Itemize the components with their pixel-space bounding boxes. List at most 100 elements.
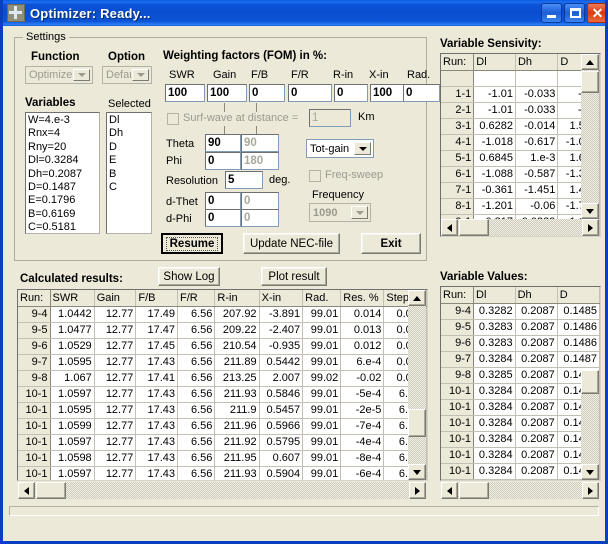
frequency-select[interactable]: 1090 — [309, 203, 371, 222]
scroll-down-button[interactable] — [581, 203, 599, 219]
scroll-right-button[interactable] — [582, 482, 599, 499]
scroll-thumb[interactable] — [459, 219, 489, 236]
surfwave-distance-input[interactable]: 1 — [309, 109, 351, 127]
scroll-left-button[interactable] — [441, 219, 458, 236]
scroll-right-button[interactable] — [409, 482, 426, 499]
table-row[interactable]: 10-10.32840.20870.1487 — [441, 431, 600, 447]
table-row[interactable]: 10-10.32840.20870.1487 — [441, 383, 600, 399]
option-select[interactable]: Defau — [102, 66, 152, 84]
theta-input[interactable]: 90 — [205, 134, 241, 152]
scroll-thumb[interactable] — [581, 370, 599, 394]
list-item[interactable]: C — [109, 181, 151, 194]
list-item[interactable]: Dl=0.3284 — [28, 154, 99, 167]
scroll-up-button[interactable] — [581, 54, 599, 70]
rin-weight-input[interactable]: 0 — [334, 84, 368, 102]
table-row[interactable]: 9-61.052912.7717.456.56210.54-0.93599.01… — [18, 338, 427, 354]
table-row[interactable]: 10-11.059912.7717.436.56211.960.596699.0… — [18, 418, 427, 434]
values-vscrollbar[interactable] — [581, 370, 599, 480]
theta-input-2[interactable]: 90 — [241, 134, 279, 152]
freqsweep-checkbox[interactable] — [309, 170, 321, 182]
table-row[interactable]: 6-1-1.088-0.587-1.304 — [441, 166, 600, 182]
maximize-button[interactable] — [564, 3, 585, 23]
results-vscrollbar[interactable] — [408, 290, 426, 480]
table-row[interactable]: 9-51.047712.7717.476.56209.22-2.40799.01… — [18, 322, 427, 338]
table-row[interactable]: 9-50.32830.20870.1486 — [441, 319, 600, 335]
list-item[interactable]: C=0.5181 — [28, 221, 99, 234]
scroll-thumb[interactable] — [408, 409, 426, 437]
table-row[interactable]: 4-1-1.018-0.617-1.014 — [441, 134, 600, 150]
table-row[interactable]: 9-40.32820.20870.1485 — [441, 303, 600, 319]
dthet-input[interactable]: 0 — [205, 192, 241, 210]
list-item[interactable]: Dh=0.2087 — [28, 168, 99, 181]
list-item[interactable]: B=0.6169 — [28, 208, 99, 221]
table-row[interactable]: 9-41.044212.7717.496.56207.92-3.89199.01… — [18, 306, 427, 322]
table-row[interactable]: 5-10.68451.e-31.683 — [441, 150, 600, 166]
window-titlebar[interactable]: Optimizer: Ready... ✕ — [3, 0, 608, 26]
list-item[interactable]: D — [109, 141, 151, 154]
sensitivity-vscrollbar[interactable] — [581, 54, 599, 219]
minimize-button[interactable] — [541, 3, 562, 23]
scroll-thumb[interactable] — [581, 71, 599, 93]
list-item[interactable]: W=4.e-3 — [28, 114, 99, 127]
table-row[interactable]: 10-10.32840.20870.1487 — [441, 399, 600, 415]
list-item[interactable]: E — [109, 154, 151, 167]
table-row[interactable]: 9-80.32850.20870.1487 — [441, 367, 600, 383]
dphi-input[interactable]: 0 — [205, 209, 241, 227]
table-row[interactable]: 10-10.32840.20870.1487 — [441, 447, 600, 463]
scroll-down-button[interactable] — [408, 464, 426, 480]
rad-weight-input[interactable]: 0 — [403, 84, 440, 102]
scroll-thumb[interactable] — [36, 482, 66, 499]
resolution-input[interactable]: 5 — [225, 171, 263, 189]
function-select[interactable]: Optimize — [25, 66, 93, 84]
list-item[interactable]: Dl — [109, 114, 151, 127]
fb-weight-input[interactable]: 0 — [249, 84, 285, 102]
fr-weight-input[interactable]: 0 — [288, 84, 332, 102]
values-grid[interactable]: Run: Dl Dh D 9-40.32820.20870.14859-50.3… — [440, 286, 601, 481]
table-row[interactable]: 7-1-0.361-1.4511.494 — [441, 182, 600, 198]
list-item[interactable]: Rnx=4 — [28, 127, 99, 140]
show-log-button[interactable]: Show Log — [158, 267, 220, 286]
variables-listbox[interactable]: W=4.e-3 Rnx=4 Rny=20 Dl=0.3284 Dh=0.2087… — [25, 112, 100, 234]
gain-weight-input[interactable]: 100 — [207, 84, 247, 102]
scroll-left-button[interactable] — [18, 482, 35, 499]
table-row[interactable]: 9-60.32830.20870.1486 — [441, 335, 600, 351]
swr-weight-input[interactable]: 100 — [165, 84, 205, 102]
values-hscrollbar[interactable] — [441, 482, 599, 499]
list-item[interactable]: D=0.1487 — [28, 181, 99, 194]
table-row[interactable]: 10-11.059512.7717.436.56211.90.545799.01… — [18, 402, 427, 418]
plot-result-button[interactable]: Plot result — [261, 267, 327, 286]
dphi-input-2[interactable]: 0 — [241, 209, 279, 227]
table-row[interactable]: 10-10.32840.20870.1487 — [441, 463, 600, 479]
table-row[interactable]: 10-11.059712.7717.436.56211.920.579599.0… — [18, 434, 427, 450]
table-row[interactable]: 3-10.6282-0.0141.546 — [441, 118, 600, 134]
table-row[interactable]: 2-1-1.01-0.033-1.0 — [441, 102, 600, 118]
scroll-right-button[interactable] — [582, 219, 599, 236]
results-hscrollbar[interactable] — [18, 482, 426, 499]
sensitivity-hscrollbar[interactable] — [441, 219, 599, 236]
phi-input[interactable]: 0 — [205, 152, 241, 170]
scroll-left-button[interactable] — [441, 482, 458, 499]
table-row[interactable]: 10-11.059812.7717.436.56211.950.60799.01… — [18, 450, 427, 466]
table-row[interactable]: 10-11.059712.7717.436.56211.930.590499.0… — [18, 466, 427, 481]
scroll-down-button[interactable] — [581, 464, 599, 480]
surfwave-checkbox[interactable] — [167, 113, 179, 125]
scroll-thumb[interactable] — [459, 482, 489, 499]
update-nec-file-button[interactable]: Update NEC-file — [243, 233, 340, 254]
table-row[interactable]: 8-1-1.201-0.06-1.735 — [441, 198, 600, 214]
selected-listbox[interactable]: Dl Dh D E B C — [106, 112, 152, 234]
list-item[interactable]: Rny=20 — [28, 141, 99, 154]
close-button[interactable]: ✕ — [587, 3, 608, 23]
results-grid[interactable]: Run: SWR Gain F/B F/R R-in X-in Rad. Res… — [17, 289, 428, 481]
table-row[interactable]: 9-81.06712.7717.416.56213.252.00799.02-0… — [18, 370, 427, 386]
table-row[interactable]: 9-70.32840.20870.1487 — [441, 351, 600, 367]
list-item[interactable]: B — [109, 168, 151, 181]
sensitivity-grid[interactable]: Run: Dl Dh D 1-1-1.01-0.033-1.02-1-1.01-… — [440, 53, 601, 237]
dthet-input-2[interactable]: 0 — [241, 192, 279, 210]
table-row[interactable] — [441, 70, 600, 86]
table-row[interactable]: 10-11.059712.7717.436.56211.930.584699.0… — [18, 386, 427, 402]
exit-button[interactable]: Exit — [361, 233, 421, 254]
list-item[interactable]: E=0.1796 — [28, 194, 99, 207]
gain-mode-select[interactable]: Tot-gain — [306, 139, 374, 158]
table-row[interactable]: 1-1-1.01-0.033-1.0 — [441, 86, 600, 102]
phi-input-2[interactable]: 180 — [241, 152, 279, 170]
